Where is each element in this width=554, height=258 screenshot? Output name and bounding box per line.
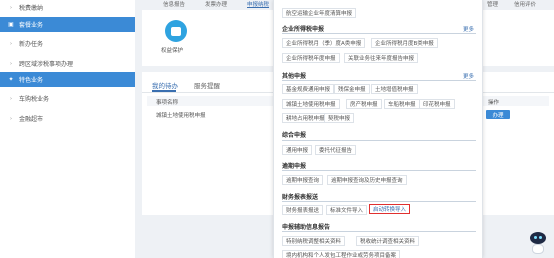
assistant-robot-icon[interactable] bbox=[528, 232, 548, 256]
menu-item-entrusted-collection[interactable]: 委托代征报告 bbox=[315, 145, 357, 155]
menu-item-special-adjustment[interactable]: 特别纳税调整相关资料 bbox=[282, 236, 346, 246]
menu-item-overdue-query[interactable]: 逾期申报查询 bbox=[282, 175, 324, 185]
menu-item-cit-annual[interactable]: 企业所得税年度申报 bbox=[282, 53, 340, 63]
column-header-name: 事项名称 bbox=[156, 100, 179, 106]
rights-protection-label[interactable]: 权益保护 bbox=[161, 46, 183, 54]
sidebar-item-label: 车购税业务 bbox=[19, 96, 50, 103]
sidebar-item-vehicle-tax[interactable]: › 车购税业务 bbox=[0, 91, 135, 106]
menu-item-general-filing[interactable]: 通用申报 bbox=[282, 145, 313, 155]
menu-item-cit-b[interactable]: 企业所得税月度B类申报 bbox=[371, 38, 438, 48]
section-title-cit: 企业所得税申报 bbox=[282, 26, 325, 33]
menu-item-disability-fund[interactable]: 残保金申报 bbox=[334, 84, 370, 94]
package-icon: ▣ bbox=[8, 21, 14, 28]
menu-item-standard-file-import[interactable]: 标准文件导入 bbox=[326, 205, 368, 215]
more-link-cit[interactable]: 更多 bbox=[463, 25, 474, 33]
section-divider bbox=[282, 140, 476, 141]
sidebar-item-label: 特色业务 bbox=[19, 77, 44, 84]
left-sidebar: › 税费缴纳 ▣ 套餐业务 › 新办任务 › 跨区域涉税事项办理 ✦ 特色业务 … bbox=[0, 0, 135, 258]
section-divider bbox=[282, 33, 476, 34]
section-title-auxiliary: 申报辅助信息报告 bbox=[282, 224, 331, 231]
section-title-comprehensive: 综合申报 bbox=[282, 132, 307, 139]
section-divider bbox=[282, 80, 476, 81]
tab-my-todo[interactable]: 我的待办 bbox=[152, 80, 178, 90]
sidebar-item-special-business[interactable]: ✦ 特色业务 bbox=[0, 72, 135, 87]
menu-item-fs-submit[interactable]: 财务报表报送 bbox=[282, 205, 324, 215]
chevron-right-icon: › bbox=[10, 95, 12, 102]
sidebar-item-cross-region[interactable]: › 跨区域涉税事项办理 bbox=[0, 56, 135, 71]
menu-item-deed-tax[interactable]: 契税申报 bbox=[324, 113, 355, 123]
sidebar-item-label: 跨区域涉税事项办理 bbox=[19, 61, 74, 68]
chevron-right-icon: › bbox=[10, 4, 12, 11]
menu-item-aviation-settlement[interactable]: 航空运输企业年度清算申报 bbox=[282, 8, 357, 18]
chevron-right-icon: › bbox=[10, 60, 12, 67]
rights-protection-icon[interactable] bbox=[165, 20, 187, 42]
sidebar-item-label: 新办任务 bbox=[19, 41, 44, 48]
menu-item-land-vat[interactable]: 土地增值税申报 bbox=[371, 84, 418, 94]
chevron-right-icon: › bbox=[10, 115, 12, 122]
menu-item-urban-land-tax[interactable]: 城镇土地使用税申报 bbox=[282, 99, 340, 109]
more-link-other[interactable]: 更多 bbox=[463, 72, 474, 80]
section-divider bbox=[282, 231, 476, 232]
sidebar-item-label: 套餐业务 bbox=[19, 22, 44, 29]
sidebar-item-label: 税费缴纳 bbox=[19, 5, 44, 12]
sidebar-item-label: 金融超市 bbox=[19, 116, 44, 123]
menu-item-farmland-tax[interactable]: 耕地占用税申报 bbox=[282, 113, 329, 123]
chevron-right-icon: › bbox=[10, 40, 12, 47]
column-header-action: 操作 bbox=[488, 100, 500, 106]
sidebar-item-tax-payment[interactable]: › 税费缴纳 bbox=[0, 0, 135, 15]
menu-item-vehicle-vessel-tax[interactable]: 车船税申报 bbox=[384, 99, 420, 109]
menu-item-start-conversion-import[interactable]: 启动转换导入 bbox=[369, 204, 411, 214]
menu-item-overdue-history[interactable]: 逾期申报查询及历史申报查询 bbox=[327, 175, 407, 185]
menu-item-contract-filing[interactable]: 境内机构和个人发包工程作业或劳务项目备案 bbox=[282, 250, 401, 258]
section-divider bbox=[282, 170, 476, 171]
top-tab-info-report[interactable]: 信息报告 bbox=[163, 0, 185, 8]
sidebar-item-finance-market[interactable]: › 金融超市 bbox=[0, 111, 135, 126]
top-tab-invoice[interactable]: 发票办理 bbox=[205, 0, 227, 8]
table-row-name: 城镇土地使用税申报 bbox=[156, 113, 206, 119]
top-tab-credit[interactable]: 信用评价 bbox=[514, 0, 536, 8]
section-title-other: 其他申报 bbox=[282, 73, 307, 80]
filing-menu-panel: 航空运输企业年度清算申报 企业所得税申报 更多 企业所得税月（季）度A类申报 企… bbox=[273, 0, 483, 258]
menu-item-stamp-tax[interactable]: 印花税申报 bbox=[419, 99, 455, 109]
menu-item-property-tax[interactable]: 房产税申报 bbox=[346, 99, 382, 109]
menu-item-fund-fee[interactable]: 基金规费通用申报 bbox=[282, 84, 335, 94]
top-tab-filing[interactable]: 申报纳税 bbox=[247, 0, 269, 8]
menu-item-cit-a[interactable]: 企业所得税月（季）度A类申报 bbox=[282, 38, 366, 48]
section-title-financial-statements: 财务报表报送 bbox=[282, 194, 319, 201]
handle-button[interactable]: 办理 bbox=[486, 110, 510, 119]
top-tab-management[interactable]: 管理 bbox=[487, 0, 498, 8]
sidebar-item-new-tasks[interactable]: › 新办任务 bbox=[0, 36, 135, 51]
menu-item-related-party[interactable]: 关联业务往来年度报告申报 bbox=[344, 53, 419, 63]
star-icon: ✦ bbox=[8, 76, 14, 83]
section-title-overdue: 逾期申报 bbox=[282, 163, 307, 170]
sidebar-item-package-business[interactable]: ▣ 套餐业务 bbox=[0, 17, 135, 32]
menu-item-tax-stat-survey[interactable]: 税收统计调查相关资料 bbox=[356, 236, 420, 246]
section-divider bbox=[282, 201, 476, 202]
tab-service-reminder[interactable]: 服务提醒 bbox=[194, 80, 220, 90]
